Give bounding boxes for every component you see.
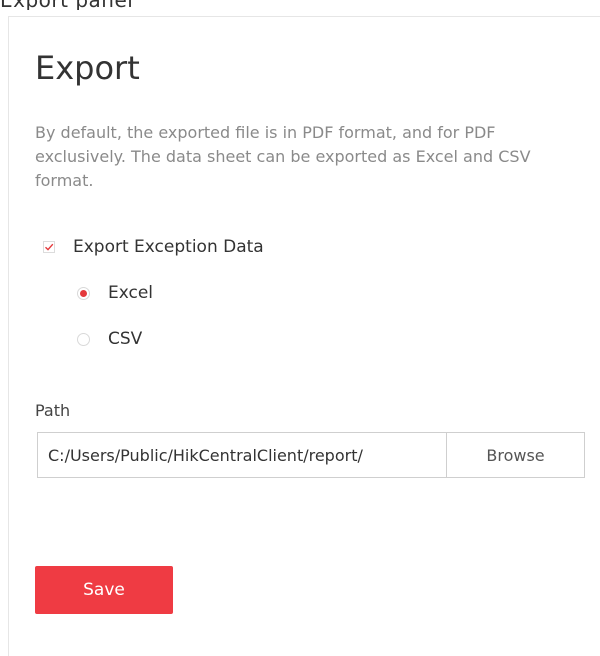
checkmark-icon	[45, 243, 54, 251]
export-description: By default, the exported file is in PDF …	[35, 123, 531, 190]
top-cut-fragment: Export panel	[0, 0, 600, 10]
radio-excel-label: Excel	[108, 283, 154, 303]
export-exception-checkbox-row[interactable]: Export Exception Data	[43, 235, 264, 259]
save-button[interactable]: Save	[35, 566, 173, 614]
radio-csv-label: CSV	[108, 329, 143, 349]
export-panel: Export By default, the exported file is …	[8, 16, 600, 656]
radio-option-excel[interactable]: Excel	[77, 281, 153, 305]
radio-excel[interactable]	[77, 286, 90, 300]
top-fragment-text: Export panel	[0, 0, 133, 10]
path-input[interactable]	[38, 433, 446, 477]
browse-button[interactable]: Browse	[446, 433, 584, 477]
radio-csv[interactable]	[77, 332, 90, 346]
path-label: Path	[35, 401, 71, 420]
path-field-group: Browse	[37, 432, 585, 478]
export-exception-checkbox[interactable]	[43, 241, 55, 253]
radio-option-csv[interactable]: CSV	[77, 327, 142, 351]
page-title: Export	[35, 49, 140, 87]
export-exception-label: Export Exception Data	[73, 237, 264, 257]
